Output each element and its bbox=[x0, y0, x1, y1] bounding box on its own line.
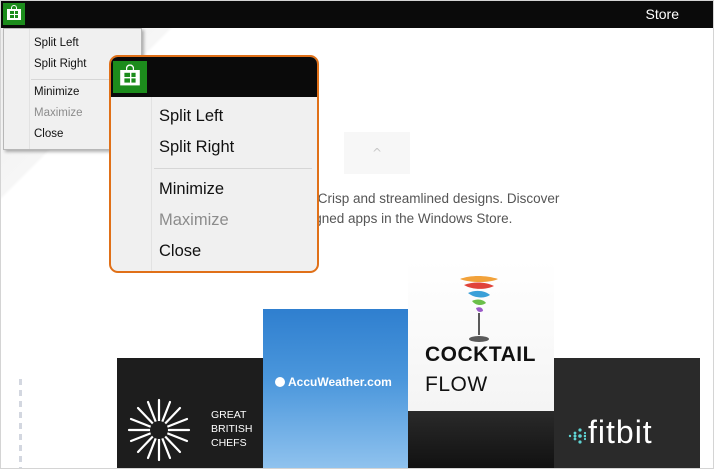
store-icon[interactable] bbox=[113, 61, 147, 93]
store-window: Store ^ hy. Crisp and streamlined design… bbox=[0, 0, 714, 469]
starburst-icon bbox=[127, 398, 191, 462]
fitbit-dots-icon bbox=[568, 428, 586, 444]
zoomed-title-bar bbox=[111, 57, 317, 97]
tile-fitbit[interactable]: fitbit bbox=[554, 358, 700, 468]
description-line-1: hy. Crisp and streamlined designs. Disco… bbox=[297, 191, 560, 206]
gbc-line-1: GREAT bbox=[211, 409, 247, 421]
zoomed-item-split-left[interactable]: Split Left bbox=[159, 107, 223, 126]
scroll-up-button[interactable]: ^ bbox=[344, 132, 410, 174]
menu-separator bbox=[154, 168, 312, 169]
description-text: hy. Crisp and streamlined designs. Disco… bbox=[297, 189, 559, 229]
fitbit-label: fitbit bbox=[588, 414, 653, 450]
cocktail-glass-icon bbox=[460, 276, 498, 342]
description-line-2: esigned apps in the Windows Store. bbox=[297, 211, 513, 226]
title-bar[interactable]: Store bbox=[1, 1, 713, 28]
store-icon[interactable] bbox=[3, 3, 25, 25]
cocktail-subtitle: FLOW bbox=[425, 373, 488, 396]
dashed-divider bbox=[19, 379, 22, 468]
menu-item-split-right[interactable]: Split Right bbox=[34, 58, 86, 70]
sun-icon bbox=[275, 377, 285, 387]
window-title: Store bbox=[645, 6, 679, 22]
accuweather-label: AccuWeather.com bbox=[288, 375, 392, 389]
gbc-line-2: BRITISH bbox=[211, 423, 253, 435]
menu-item-maximize: Maximize bbox=[34, 107, 83, 119]
menu-gutter bbox=[29, 29, 30, 149]
menu-gutter bbox=[151, 97, 152, 271]
menu-item-split-left[interactable]: Split Left bbox=[34, 37, 79, 49]
menu-item-close[interactable]: Close bbox=[34, 128, 63, 140]
accuweather-logo: AccuWeather.com bbox=[275, 375, 392, 389]
tile-dark-strip[interactable] bbox=[408, 411, 554, 468]
zoomed-item-maximize: Maximize bbox=[159, 211, 229, 229]
gbc-label: GREAT BRITISH CHEFS bbox=[211, 408, 252, 450]
tile-cocktail-flow[interactable]: COCKTAIL FLOW bbox=[408, 261, 554, 411]
menu-item-minimize[interactable]: Minimize bbox=[34, 86, 79, 98]
zoomed-item-close[interactable]: Close bbox=[159, 242, 201, 261]
cocktail-title: COCKTAIL bbox=[425, 343, 536, 366]
tile-great-british-chefs[interactable]: GREAT BRITISH CHEFS bbox=[117, 358, 263, 468]
zoomed-system-menu: Split Left Split Right Minimize Maximize… bbox=[109, 55, 319, 273]
zoomed-item-split-right[interactable]: Split Right bbox=[159, 138, 234, 157]
tile-accuweather[interactable]: AccuWeather.com bbox=[263, 309, 409, 468]
zoomed-item-minimize[interactable]: Minimize bbox=[159, 180, 224, 199]
gbc-line-3: CHEFS bbox=[211, 437, 247, 449]
